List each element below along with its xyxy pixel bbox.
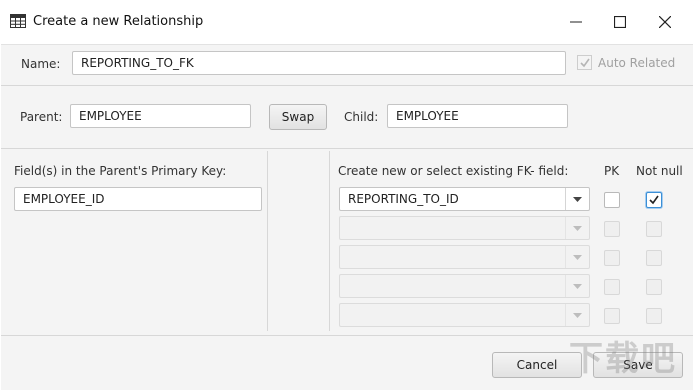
chevron-down-icon bbox=[565, 246, 589, 268]
parent-pk-heading: Field(s) in the Parent's Primary Key: bbox=[14, 164, 227, 178]
minimize-button[interactable] bbox=[556, 8, 596, 36]
pk-checkbox bbox=[604, 250, 620, 266]
pk-checkbox bbox=[604, 308, 620, 324]
not-null-checkbox[interactable] bbox=[646, 192, 662, 208]
checkbox-checked-icon bbox=[577, 55, 592, 70]
not-null-checkbox bbox=[646, 250, 662, 266]
fk-field-value: REPORTING_TO_ID bbox=[348, 192, 459, 206]
dialog-body: Name: REPORTING_TO_FK Auto Related Paren… bbox=[1, 44, 693, 390]
fk-field-combo bbox=[339, 274, 590, 298]
divider bbox=[1, 85, 693, 86]
child-field[interactable]: EMPLOYEE bbox=[387, 104, 568, 128]
fk-field-combo bbox=[339, 216, 590, 240]
not-null-checkbox bbox=[646, 308, 662, 324]
fk-field-combo bbox=[339, 303, 590, 327]
pk-checkbox bbox=[604, 279, 620, 295]
pk-checkbox[interactable] bbox=[604, 192, 620, 208]
parent-label: Parent: bbox=[20, 110, 63, 124]
parent-field[interactable]: EMPLOYEE bbox=[70, 104, 251, 128]
column-divider bbox=[267, 151, 268, 331]
close-button[interactable] bbox=[645, 8, 685, 36]
table-icon bbox=[10, 14, 26, 28]
maximize-button[interactable] bbox=[600, 8, 640, 36]
checkmark-icon bbox=[649, 195, 659, 205]
watermark-logo: 下载吧 bbox=[569, 339, 677, 379]
auto-related-label: Auto Related bbox=[598, 55, 676, 70]
pk-checkbox bbox=[604, 221, 620, 237]
chevron-down-icon bbox=[565, 275, 589, 297]
name-label: Name: bbox=[21, 57, 61, 71]
minimize-icon bbox=[570, 16, 582, 28]
close-icon bbox=[659, 16, 671, 28]
fk-field-combo bbox=[339, 245, 590, 269]
not-null-column-header: Not null bbox=[636, 164, 683, 178]
title-bar: Create a new Relationship bbox=[0, 0, 694, 44]
maximize-icon bbox=[614, 16, 626, 28]
fk-field-heading: Create new or select existing FK- field: bbox=[338, 164, 569, 178]
chevron-down-icon bbox=[565, 304, 589, 326]
name-field[interactable]: REPORTING_TO_FK bbox=[72, 51, 566, 75]
window-title: Create a new Relationship bbox=[33, 14, 204, 29]
parent-pk-field[interactable]: EMPLOYEE_ID bbox=[14, 187, 262, 211]
chevron-down-icon[interactable] bbox=[565, 188, 589, 210]
not-null-checkbox bbox=[646, 221, 662, 237]
auto-related-checkbox[interactable]: Auto Related bbox=[577, 55, 675, 70]
child-label: Child: bbox=[344, 110, 379, 124]
not-null-checkbox bbox=[646, 279, 662, 295]
divider bbox=[1, 148, 693, 149]
fk-field-combo[interactable]: REPORTING_TO_ID bbox=[339, 187, 590, 211]
chevron-down-icon bbox=[565, 217, 589, 239]
swap-button[interactable]: Swap bbox=[269, 104, 327, 130]
pk-column-header: PK bbox=[604, 164, 620, 178]
column-divider bbox=[329, 151, 330, 331]
